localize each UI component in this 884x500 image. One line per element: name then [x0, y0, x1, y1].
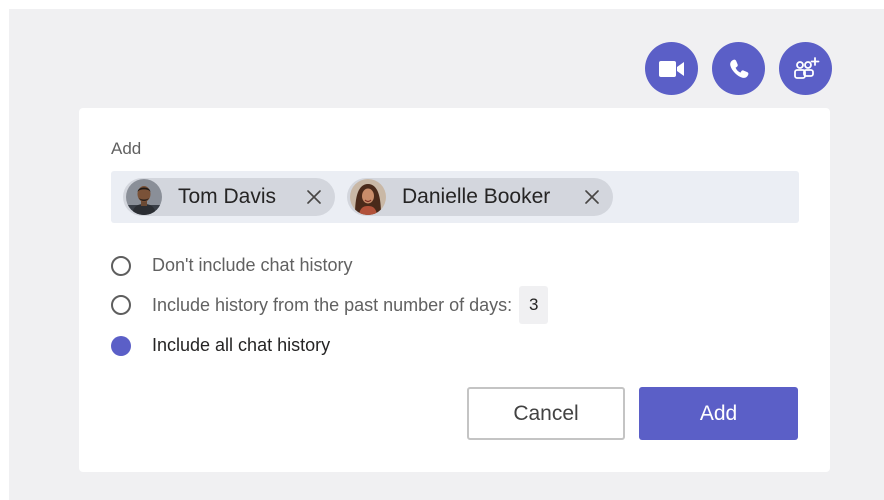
option-past-days[interactable]: Include history from the past number of …	[111, 286, 549, 324]
phone-icon	[729, 59, 748, 78]
days-input[interactable]: 3	[519, 286, 549, 324]
video-camera-icon	[658, 60, 684, 77]
option-label: Include all chat history	[152, 335, 331, 355]
option-no-history[interactable]: Don't include chat history	[111, 255, 353, 276]
person-chip: Tom Davis	[123, 178, 335, 216]
call-actions	[645, 42, 832, 95]
add-people-button[interactable]	[779, 42, 832, 95]
add-button[interactable]: Add	[639, 387, 798, 440]
person-chip: Danielle Booker	[347, 178, 613, 216]
remove-person-button[interactable]	[305, 188, 323, 206]
add-people-dialog: Add Tom Davis Danielle Booker Don't incl…	[79, 108, 830, 472]
radio-button[interactable]	[111, 255, 131, 276]
avatar	[350, 179, 386, 215]
option-label: Include history from the past number of …	[152, 294, 513, 315]
option-label: Don't include chat history	[152, 255, 353, 275]
cancel-button[interactable]: Cancel	[467, 387, 625, 440]
people-picker[interactable]: Tom Davis Danielle Booker	[111, 171, 799, 223]
option-all-history[interactable]: Include all chat history	[111, 335, 330, 356]
video-call-button[interactable]	[645, 42, 698, 95]
dialog-label: Add	[111, 139, 142, 158]
close-icon	[585, 190, 599, 204]
person-name: Tom Davis	[178, 185, 277, 208]
person-name: Danielle Booker	[402, 185, 551, 208]
close-icon	[307, 190, 321, 204]
remove-person-button[interactable]	[583, 188, 601, 206]
audio-call-button[interactable]	[712, 42, 765, 95]
radio-button-selected[interactable]	[111, 335, 131, 356]
avatar	[126, 179, 162, 215]
add-people-icon	[793, 56, 819, 79]
radio-button[interactable]	[111, 295, 131, 315]
